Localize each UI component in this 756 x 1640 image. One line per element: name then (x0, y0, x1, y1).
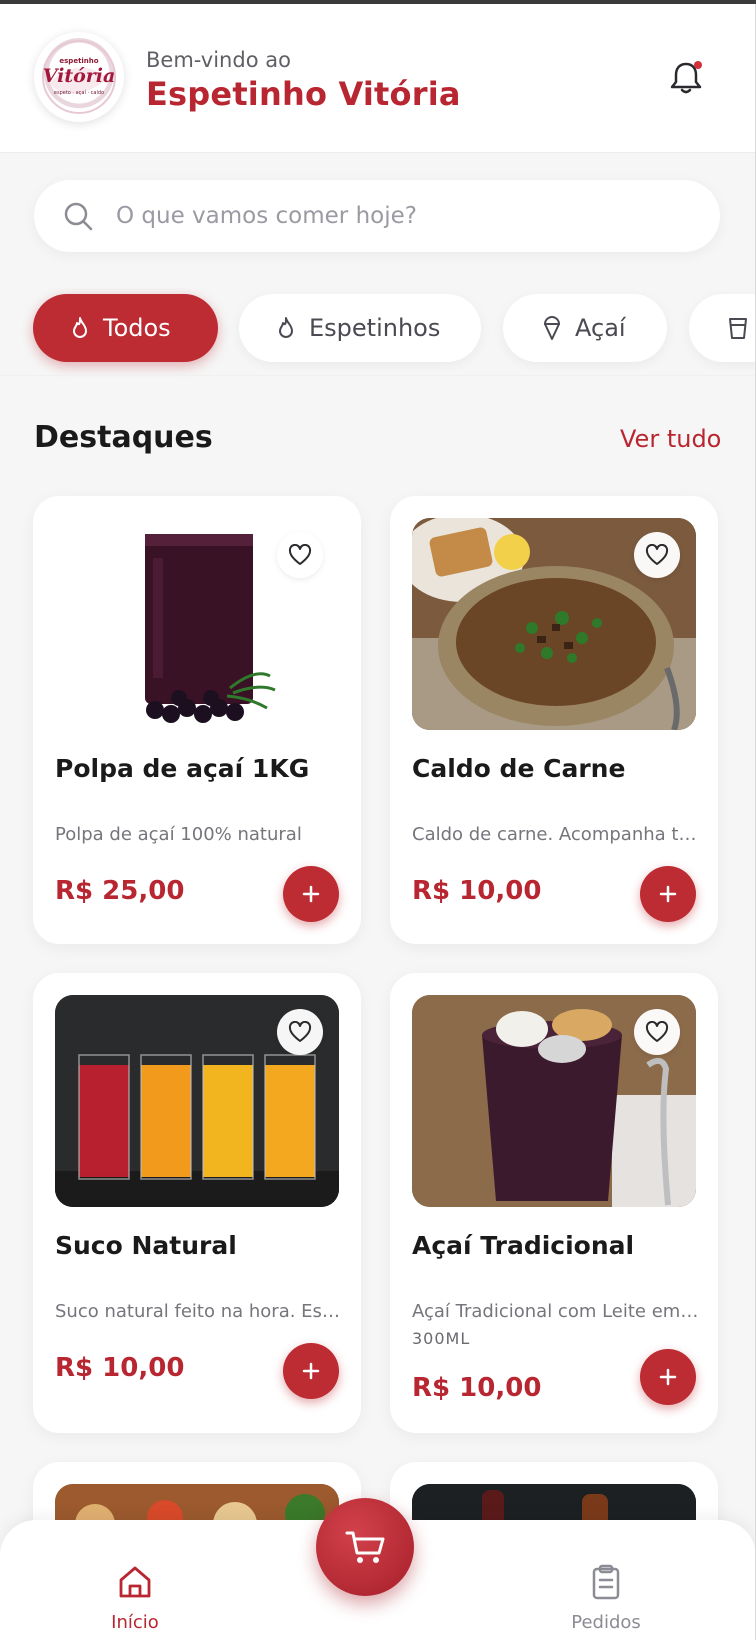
svg-text:espeto · açaí · caldo: espeto · açaí · caldo (54, 89, 104, 96)
app-header: espetinho Vitória espeto · açaí · caldo … (0, 4, 756, 153)
notifications-button[interactable] (664, 56, 708, 100)
favorite-button[interactable] (634, 532, 680, 578)
product-description: Açaí Tradicional com Leite em pó e paçoc… (412, 1301, 702, 1322)
cup-icon (729, 318, 747, 339)
plus-icon (302, 1362, 320, 1380)
brand-name: Espetinho Vitória (146, 75, 461, 113)
clipboard-icon (592, 1564, 620, 1600)
category-chips: Todos Espetinhos Açaí (0, 288, 756, 378)
category-label: Todos (103, 314, 171, 342)
product-price: R$ 25,00 (55, 876, 185, 906)
see-all-link[interactable]: Ver tudo (620, 425, 721, 453)
category-chip-todos[interactable]: Todos (33, 294, 218, 362)
search-input[interactable] (116, 198, 676, 234)
product-name: Açaí Tradicional (412, 1231, 635, 1260)
divider (0, 375, 756, 376)
product-description: Suco natural feito na hora. Escolha o sa… (55, 1301, 345, 1322)
product-name: Caldo de Carne (412, 754, 626, 783)
product-image (412, 995, 696, 1207)
product-price: R$ 10,00 (55, 1353, 185, 1383)
heart-icon (645, 544, 669, 565)
heart-icon (288, 1021, 312, 1042)
product-image (55, 995, 339, 1207)
product-size: 300ML (412, 1329, 471, 1348)
product-image (55, 518, 339, 730)
category-chip-bebidas[interactable] (689, 294, 756, 362)
plus-icon (659, 1368, 677, 1386)
welcome-text: Bem-vindo ao (146, 48, 291, 72)
add-to-cart-button[interactable] (640, 1349, 696, 1405)
product-name: Polpa de açaí 1KG (55, 754, 310, 783)
nav-item-home[interactable]: Início (75, 1562, 195, 1633)
add-to-cart-button[interactable] (640, 866, 696, 922)
add-to-cart-button[interactable] (283, 1343, 339, 1399)
svg-text:Vitória: Vitória (43, 65, 116, 87)
section-title: Destaques (34, 420, 213, 455)
category-chip-acai[interactable]: Açaí (503, 294, 667, 362)
heart-icon (288, 544, 312, 565)
icecream-icon (543, 316, 561, 340)
plus-icon (302, 885, 320, 903)
plus-icon (659, 885, 677, 903)
product-description: Polpa de açaí 100% natural (55, 824, 302, 845)
nav-item-orders[interactable]: Pedidos (546, 1562, 666, 1633)
home-icon (119, 1566, 151, 1598)
category-label: Açaí (575, 314, 626, 342)
product-image (412, 518, 696, 730)
cart-icon (345, 1531, 385, 1563)
product-price: R$ 10,00 (412, 876, 542, 906)
favorite-button[interactable] (277, 1009, 323, 1055)
product-name: Suco Natural (55, 1231, 237, 1260)
product-card[interactable]: Suco Natural Suco natural feito na hora.… (33, 973, 361, 1433)
product-card[interactable]: Caldo de Carne Caldo de carne. Acompanha… (390, 496, 718, 944)
nav-label-orders: Pedidos (571, 1612, 641, 1633)
nav-label-home: Início (111, 1612, 159, 1633)
flame-icon (279, 317, 293, 338)
search-bar[interactable] (34, 180, 720, 252)
product-description: Caldo de carne. Acompanha torradas (412, 824, 702, 845)
flame-icon (73, 317, 87, 338)
cart-button[interactable] (316, 1498, 414, 1596)
product-price: R$ 10,00 (412, 1373, 542, 1403)
heart-icon (645, 1021, 669, 1042)
product-card[interactable]: Polpa de açaí 1KG Polpa de açaí 100% nat… (33, 496, 361, 944)
favorite-button[interactable] (634, 1009, 680, 1055)
search-icon (64, 202, 93, 231)
notification-dot (694, 61, 702, 69)
add-to-cart-button[interactable] (283, 866, 339, 922)
product-card[interactable]: Açaí Tradicional Açaí Tradicional com Le… (390, 973, 718, 1433)
category-chip-espetinhos[interactable]: Espetinhos (239, 294, 481, 362)
favorite-button[interactable] (277, 532, 323, 578)
svg-text:espetinho: espetinho (59, 57, 98, 65)
brand-logo: espetinho Vitória espeto · açaí · caldo (34, 32, 124, 122)
bell-icon (670, 61, 702, 94)
category-label: Espetinhos (309, 314, 441, 342)
